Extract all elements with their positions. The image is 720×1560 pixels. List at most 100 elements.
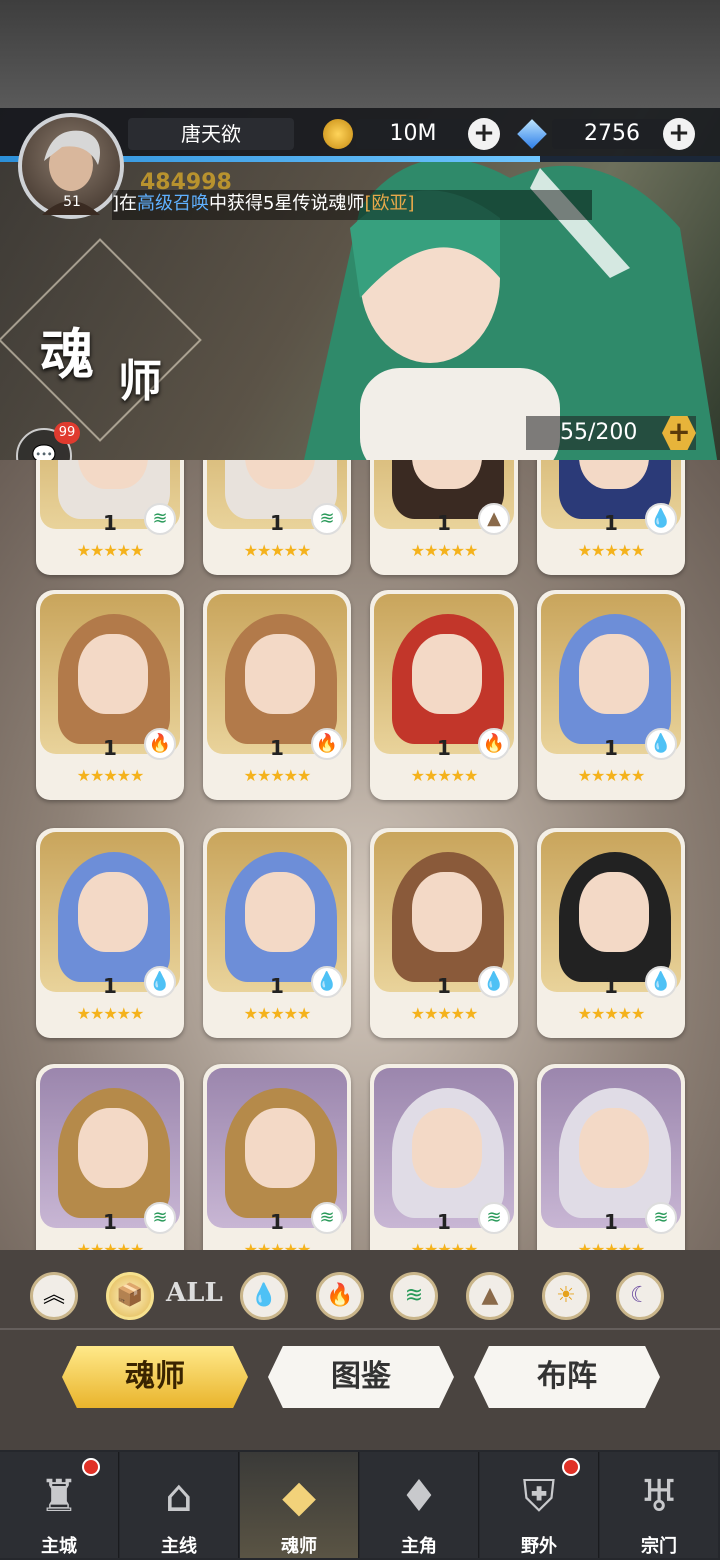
filter-all-box-icon[interactable]: 📦 [106,1272,154,1320]
wind-element-icon: ≋ [144,503,176,535]
hero-level: 1 [604,736,618,760]
tab-formation[interactable]: 布阵 [474,1346,660,1408]
hero-card[interactable]: 1 🔥 ★★★★★ [370,590,518,800]
gem-amount: 2756 [552,119,672,149]
hero-card[interactable]: 1 ≋ ★★★★★ [537,1064,685,1250]
filter-light-icon[interactable]: ☀ [542,1272,590,1320]
hero-face [579,1108,649,1188]
hero-face [245,634,315,714]
hero-card[interactable]: 1 ≋ ★★★★★ [370,1064,518,1250]
star-rating: ★★★★★ [243,541,312,560]
filter-dark-icon[interactable]: ☾ [616,1272,664,1320]
hero-face [78,634,148,714]
fire-element-icon: 🔥 [311,728,343,760]
page-title-first: 魂 [40,322,98,386]
hero-card-grid: 1 ≋ ★★★★★ 1 ≋ ★★★★★ 1 ▲ ★★★★★ 1 💧 ★★★★★ 1 🔥 ★★★★★ 1 🔥 ★★★… [0,460,720,1250]
hero-card[interactable]: 1 🔥 ★★★★★ [36,590,184,800]
hero-level: 1 [437,511,451,535]
gold-amount: 10M [356,119,470,149]
hero-level: 1 [103,974,117,998]
water-element-icon: 💧 [645,503,677,535]
star-rating: ★★★★★ [577,541,646,560]
hero-face [78,1108,148,1188]
hero-face [245,872,315,952]
add-gold-button[interactable]: + [468,118,500,150]
hero-level: 1 [270,511,284,535]
filter-water-icon[interactable]: 💧 [240,1272,288,1320]
hero-face [412,1108,482,1188]
filter-all-label[interactable]: ALL [166,1278,223,1308]
nav-soul-master[interactable]: ◆ 魂师 [240,1452,359,1558]
hero-card[interactable]: 1 ≋ ★★★★★ [203,1064,351,1250]
star-rating: ★★★★★ [410,1240,479,1250]
fire-element-icon: 🔥 [144,728,176,760]
star-rating: ★★★★★ [410,766,479,785]
hero-card[interactable]: 1 💧 ★★★★★ [537,828,685,1038]
water-element-icon: 💧 [478,966,510,998]
add-gems-button[interactable]: + [663,118,695,150]
ticker-message: 中获得5星传说魂师 [209,193,365,214]
chat-unread-badge: 99 [54,422,80,444]
nav-label: 主角 [401,1536,437,1557]
filter-earth-icon[interactable]: ▲ [466,1272,514,1320]
star-rating: ★★★★★ [577,766,646,785]
hero-card[interactable]: 1 🔥 ★★★★★ [203,590,351,800]
hero-level: 1 [437,1210,451,1234]
player-level: 51 [63,194,81,210]
ticker-hero-name: [欧亚] [364,193,415,214]
water-element-icon: 💧 [645,728,677,760]
ticker-prefix: ]在 [112,193,138,214]
hero-card[interactable]: 1 ≋ ★★★★★ [36,1064,184,1250]
crystal-icon: ◆ [282,1471,316,1522]
hero-card[interactable]: 1 💧 ★★★★★ [203,828,351,1038]
shield-sword-icon: ⛨ [522,1471,556,1522]
sort-rank-icon[interactable]: ︽ [30,1272,78,1320]
nav-wild[interactable]: ⛨ 野外 [480,1452,599,1558]
hero-face [78,872,148,952]
hero-card[interactable]: 1 💧 ★★★★★ [537,460,685,575]
star-rating: ★★★★★ [76,766,145,785]
hero-face [245,1108,315,1188]
sect-emblem-icon: ♅ [639,1471,679,1522]
hero-level: 1 [103,511,117,535]
water-element-icon: 💧 [645,966,677,998]
announcement-ticker: ]在高级召唤中获得5星传说魂师[欧亚] [112,190,592,220]
hero-level: 1 [604,511,618,535]
tab-soul-master[interactable]: 魂师 [62,1346,248,1408]
castle-icon: ♜ [39,1471,79,1522]
nav-protagonist[interactable]: ♦ 主角 [360,1452,479,1558]
hero-level: 1 [270,1210,284,1234]
nav-main-quest[interactable]: ⌂ 主线 [120,1452,239,1558]
nav-label: 宗门 [641,1536,677,1557]
hero-level: 1 [270,736,284,760]
hero-level: 1 [103,1210,117,1234]
filter-fire-icon[interactable]: 🔥 [316,1272,364,1320]
hero-card[interactable]: 1 ≋ ★★★★★ [36,460,184,575]
hero-level: 1 [437,974,451,998]
hero-card[interactable]: 1 💧 ★★★★★ [370,828,518,1038]
star-rating: ★★★★★ [577,1004,646,1023]
wind-element-icon: ≋ [311,503,343,535]
hero-card[interactable]: 1 ▲ ★★★★★ [370,460,518,575]
filter-wind-icon[interactable]: ≋ [390,1272,438,1320]
nav-sect[interactable]: ♅ 宗门 [600,1452,718,1558]
nav-label: 魂师 [281,1536,317,1557]
nav-main-city[interactable]: ♜ 主城 [0,1452,119,1558]
earth-element-icon: ▲ [478,503,510,535]
hero-card[interactable]: 1 💧 ★★★★★ [537,590,685,800]
wind-element-icon: ≋ [311,1202,343,1234]
nav-label: 主城 [41,1536,77,1557]
fire-element-icon: 🔥 [478,728,510,760]
page-title-second: 师 [118,356,162,407]
player-name: 唐天欲 [128,118,294,150]
hero-level: 1 [604,1210,618,1234]
hero-level: 1 [103,736,117,760]
tab-codex[interactable]: 图鉴 [268,1346,454,1408]
star-rating: ★★★★★ [410,1004,479,1023]
wind-element-icon: ≋ [144,1202,176,1234]
hero-card[interactable]: 1 ≋ ★★★★★ [203,460,351,575]
portal-icon: ⌂ [165,1471,193,1522]
gold-coin-icon [323,119,353,149]
hero-card[interactable]: 1 💧 ★★★★★ [36,828,184,1038]
hero-level: 1 [604,974,618,998]
